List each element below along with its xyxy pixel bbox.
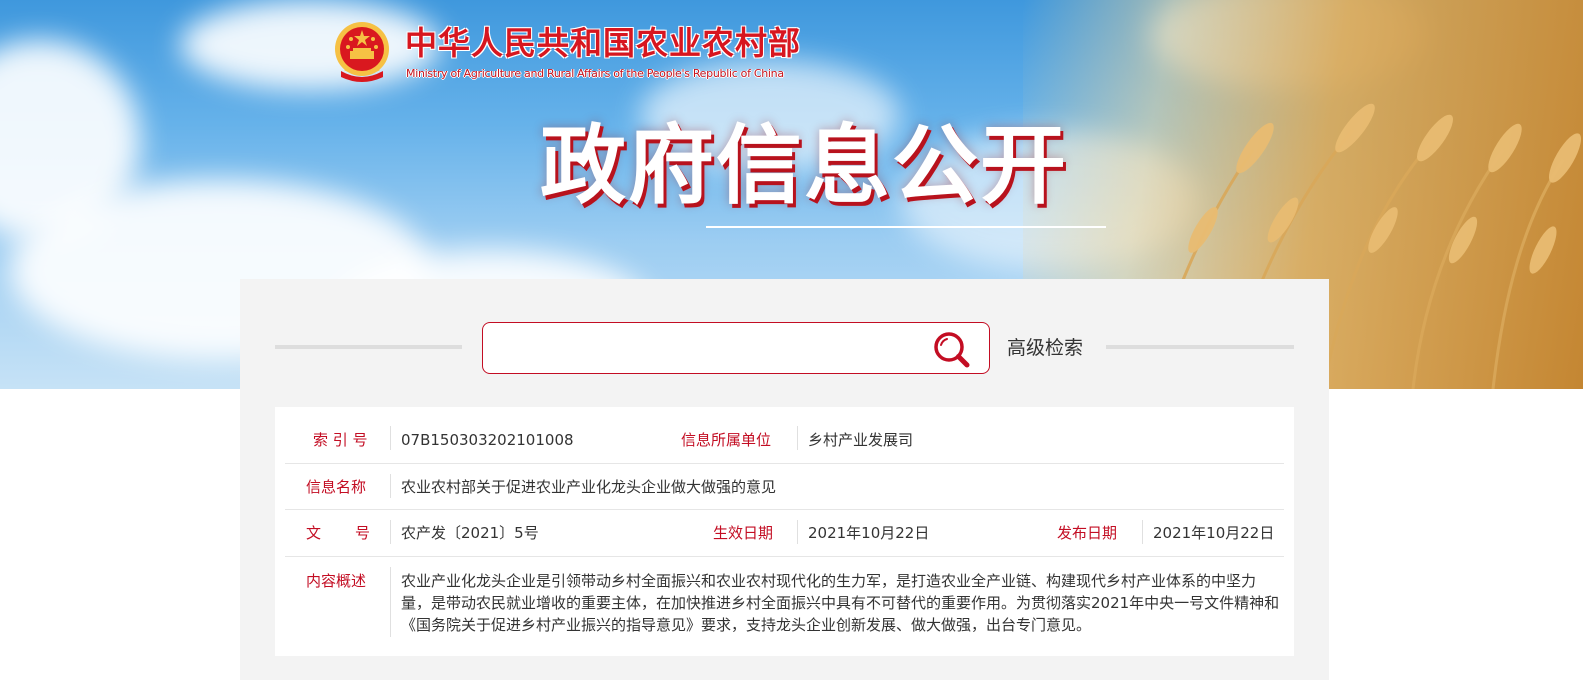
search-decoration-line-left xyxy=(275,345,462,349)
column-divider xyxy=(390,426,391,450)
column-divider xyxy=(390,474,391,498)
search-input[interactable] xyxy=(497,333,917,363)
doc-number-value: 农产发〔2021〕5号 xyxy=(401,524,539,542)
national-emblem-icon xyxy=(335,22,389,82)
column-divider xyxy=(390,567,391,637)
search-decoration-line-right xyxy=(1106,345,1294,349)
search-icon[interactable] xyxy=(932,330,972,370)
publish-date-label: 发布日期 xyxy=(1057,524,1118,542)
content-panel: 高级检索 索 引 号 07B150303202101008 信息所属单位 乡村产… xyxy=(240,279,1329,680)
ministry-name-english: Ministry of Agriculture and Rural Affair… xyxy=(406,67,784,80)
index-number-value: 07B150303202101008 xyxy=(401,431,574,449)
section-title: 政府信息公开 xyxy=(540,116,1068,216)
search-box xyxy=(482,322,990,374)
info-row-doc: 文 号 农产发〔2021〕5号 生效日期 2021年10月22日 发布日期 20… xyxy=(285,510,1284,557)
effective-date-label: 生效日期 xyxy=(713,524,774,542)
column-divider xyxy=(797,520,798,544)
info-row-index: 索 引 号 07B150303202101008 信息所属单位 乡村产业发展司 xyxy=(285,407,1284,464)
summary-text: 农业产业化龙头企业是引领带动乡村全面振兴和农业农村现代化的生力军，是打造农业全产… xyxy=(401,572,1280,634)
info-name-value: 农业农村部关于促进农业产业化龙头企业做大做强的意见 xyxy=(401,478,777,496)
column-divider xyxy=(797,426,798,450)
effective-date-value: 2021年10月22日 xyxy=(808,524,930,542)
cloud-decoration xyxy=(180,0,440,90)
info-row-name: 信息名称 农业农村部关于促进农业产业化龙头企业做大做强的意见 xyxy=(285,464,1284,510)
document-info-table: 索 引 号 07B150303202101008 信息所属单位 乡村产业发展司 … xyxy=(275,407,1294,656)
org-unit-value: 乡村产业发展司 xyxy=(808,431,914,449)
column-divider xyxy=(390,520,391,544)
org-unit-label: 信息所属单位 xyxy=(681,431,772,449)
column-divider xyxy=(1142,520,1143,544)
summary-label: 内容概述 xyxy=(306,572,367,590)
index-number-label: 索 引 号 xyxy=(313,431,368,449)
title-divider xyxy=(706,226,1106,228)
publish-date-value: 2021年10月22日 xyxy=(1153,524,1275,542)
ministry-name: 中华人民共和国农业农村部 xyxy=(405,24,802,62)
info-name-label: 信息名称 xyxy=(306,478,367,496)
doc-number-label: 文 号 xyxy=(306,523,370,543)
doc-number-label-text: 文 号 xyxy=(306,524,370,542)
info-row-summary: 内容概述 农业产业化龙头企业是引领带动乡村全面振兴和农业农村现代化的生力军，是打… xyxy=(285,557,1284,647)
advanced-search-link[interactable]: 高级检索 xyxy=(1007,335,1083,361)
